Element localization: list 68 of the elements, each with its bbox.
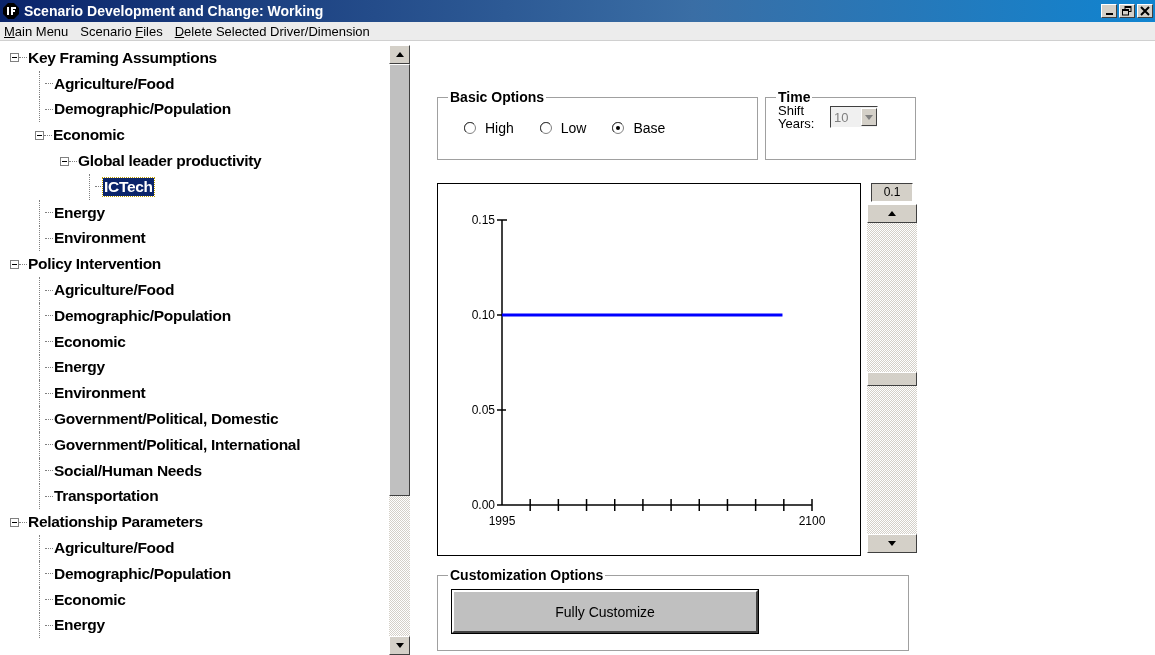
- tree-item[interactable]: Social/Human Needs: [53, 461, 203, 480]
- close-icon: [1140, 6, 1150, 16]
- menu-item[interactable]: Main Menu: [4, 23, 69, 39]
- group-title: Basic Options: [448, 89, 547, 105]
- scroll-down-button[interactable]: [389, 636, 410, 655]
- tree-item[interactable]: Demographic/Population: [53, 100, 232, 119]
- scroll-up-button[interactable]: [389, 45, 410, 64]
- value-readout: 0.1: [871, 183, 913, 202]
- y-tick-label: 0.10: [471, 308, 495, 322]
- tree-item[interactable]: ICTech: [103, 177, 154, 196]
- tree-item[interactable]: Energy: [53, 358, 106, 377]
- tree-item[interactable]: Agriculture/Food: [53, 281, 176, 300]
- tree-item[interactable]: Agriculture/Food: [53, 539, 176, 558]
- tree-item[interactable]: Government/Political, International: [53, 435, 302, 454]
- collapse-toggle-icon[interactable]: [10, 259, 19, 269]
- down-arrow-icon: [395, 643, 404, 648]
- tree-item[interactable]: Key Framing Assumptions: [27, 48, 218, 67]
- tree-item[interactable]: Global leader productivity: [77, 152, 263, 171]
- menu-item[interactable]: Delete Selected Driver/Dimension: [174, 23, 370, 39]
- tree-item[interactable]: Environment: [53, 229, 147, 248]
- collapse-toggle-icon[interactable]: [10, 53, 19, 63]
- tree-item[interactable]: Economic: [53, 590, 127, 609]
- dropdown-arrow-icon: [865, 114, 873, 120]
- slider-thumb[interactable]: [867, 371, 917, 386]
- restore-icon: [1122, 6, 1132, 16]
- tree-item[interactable]: Economic: [52, 126, 126, 145]
- tree-item[interactable]: Demographic/Population: [53, 564, 232, 583]
- radio-button-icon[interactable]: [464, 122, 476, 134]
- increase-button[interactable]: [867, 204, 917, 223]
- group-title: Customization Options: [448, 567, 606, 583]
- down-arrow-icon: [888, 541, 896, 546]
- tree-item[interactable]: Relationship Parameters: [27, 513, 204, 532]
- minimize-icon: [1105, 13, 1113, 15]
- tree-item[interactable]: Economic: [53, 332, 127, 351]
- y-tick-label: 0.05: [471, 403, 495, 417]
- collapse-toggle-icon[interactable]: [35, 130, 44, 140]
- group-title: Time: [776, 89, 813, 105]
- scrollbar-thumb[interactable]: [389, 64, 410, 496]
- minimize-button[interactable]: [1101, 4, 1117, 18]
- tree-item[interactable]: Demographic/Population: [53, 306, 232, 325]
- fully-customize-button[interactable]: Fully Customize: [452, 590, 758, 633]
- y-tick-label: 0.00: [471, 498, 495, 512]
- radio-button-icon[interactable]: [539, 122, 552, 134]
- tree-item[interactable]: Policy Intervention: [27, 255, 162, 274]
- tree-item[interactable]: Energy: [53, 203, 106, 222]
- app-logo-icon: [3, 3, 19, 19]
- up-arrow-icon: [395, 52, 404, 57]
- collapse-toggle-icon[interactable]: [10, 517, 19, 527]
- tree-item[interactable]: Government/Political, Domestic: [53, 410, 280, 429]
- radio-option[interactable]: High: [464, 120, 514, 136]
- radio-button-icon[interactable]: [612, 122, 625, 134]
- tree-item[interactable]: Agriculture/Food: [53, 74, 176, 93]
- collapse-toggle-icon[interactable]: [60, 156, 69, 166]
- radio-option[interactable]: Base: [612, 120, 666, 136]
- radio-option[interactable]: Low: [539, 120, 587, 136]
- menu-item[interactable]: Scenario Files: [80, 23, 163, 39]
- x-tick-label: 1995: [488, 514, 516, 528]
- y-tick-label: 0.15: [471, 213, 495, 227]
- tree-item[interactable]: Transportation: [53, 487, 160, 506]
- window-title: Scenario Development and Change: Working: [24, 3, 325, 19]
- up-arrow-icon: [888, 211, 896, 216]
- decrease-button[interactable]: [867, 534, 917, 553]
- tree-item[interactable]: Environment: [53, 384, 147, 403]
- close-button[interactable]: [1137, 4, 1153, 18]
- shift-years-label: Shift Years:: [778, 104, 816, 130]
- x-tick-label: 2100: [798, 514, 826, 528]
- restore-button[interactable]: [1119, 4, 1135, 18]
- tree-item[interactable]: Energy: [53, 616, 106, 635]
